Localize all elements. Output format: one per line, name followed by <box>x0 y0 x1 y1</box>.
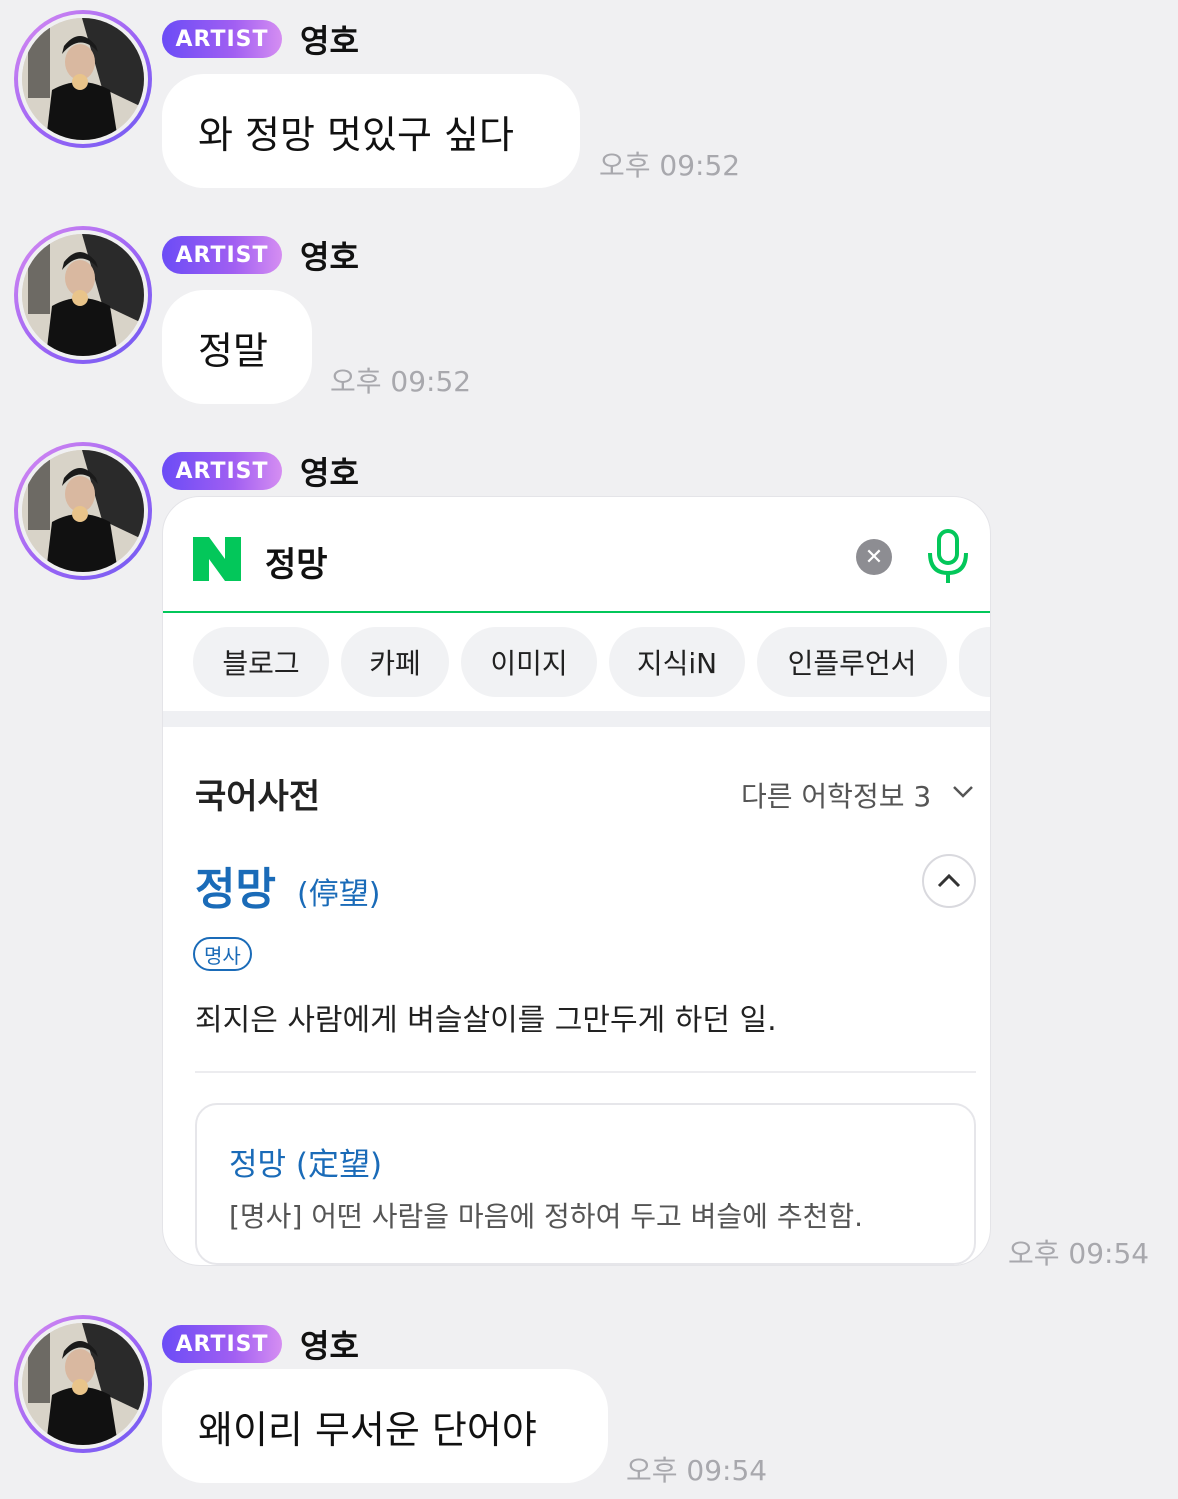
message-time: 오후 09:52 <box>330 365 472 398</box>
avatar[interactable] <box>14 226 152 364</box>
other-language-info[interactable]: 다른 어학정보 3 <box>741 775 931 815</box>
artist-badge: ARTIST <box>162 20 282 58</box>
tab-cafe[interactable]: 카페 <box>341 627 449 697</box>
clear-icon[interactable]: ✕ <box>856 539 892 575</box>
search-bar: 정망 ✕ <box>163 497 990 613</box>
sender-name: 영호 <box>300 238 359 276</box>
avatar[interactable] <box>14 10 152 148</box>
tab-image[interactable]: 이미지 <box>461 627 597 697</box>
search-screenshot-card[interactable]: 정망 ✕ 블로그 카페 이미지 지식iN 인플루언서 국어사전 다른 어학정보 … <box>162 496 991 1266</box>
related-word[interactable]: 정망 (定望) <box>229 1139 382 1184</box>
tab-blog[interactable]: 블로그 <box>193 627 329 697</box>
avatar[interactable] <box>14 1315 152 1453</box>
artist-badge: ARTIST <box>162 1325 282 1363</box>
artist-badge: ARTIST <box>162 452 282 490</box>
entry-definition: 죄지은 사람에게 벼슬살이를 그만두게 하던 일. <box>195 1003 777 1038</box>
message-time: 오후 09:54 <box>626 1454 768 1487</box>
search-query: 정망 <box>265 545 328 585</box>
search-tabs: 블로그 카페 이미지 지식iN 인플루언서 <box>163 627 990 699</box>
microphone-icon[interactable] <box>925 529 971 585</box>
avatar-photo <box>22 234 144 356</box>
entry-word[interactable]: 정망 <box>195 853 276 917</box>
message-time: 오후 09:52 <box>599 149 741 182</box>
tab-more[interactable] <box>959 627 990 697</box>
message-bubble[interactable]: 정말 <box>162 290 312 404</box>
sender-name: 영호 <box>300 22 359 60</box>
naver-logo-icon <box>193 537 241 581</box>
avatar-photo <box>22 1323 144 1445</box>
chevron-up-icon <box>937 873 961 888</box>
message-bubble[interactable]: 와 정망 멋있구 싶다 <box>162 74 580 188</box>
avatar[interactable] <box>14 442 152 580</box>
tab-kin[interactable]: 지식iN <box>609 627 745 697</box>
entry-hanja: (停望) <box>297 877 381 912</box>
sender-name: 영호 <box>300 1327 359 1365</box>
artist-badge: ARTIST <box>162 236 282 274</box>
related-definition: [명사] 어떤 사람을 마음에 정하여 두고 벼슬에 추천함. <box>229 1200 864 1233</box>
collapse-button[interactable] <box>922 854 976 908</box>
tab-influencer[interactable]: 인플루언서 <box>757 627 947 697</box>
dictionary-title: 국어사전 <box>195 777 321 817</box>
avatar-photo <box>22 18 144 140</box>
message-time: 오후 09:54 <box>1008 1237 1150 1270</box>
related-entry-card[interactable]: 정망 (定望) [명사] 어떤 사람을 마음에 정하여 두고 벼슬에 추천함. <box>195 1103 976 1265</box>
part-of-speech-badge: 명사 <box>193 937 252 971</box>
divider <box>195 1071 976 1073</box>
sender-name: 영호 <box>300 454 359 492</box>
section-divider <box>163 711 990 727</box>
avatar-photo <box>22 450 144 572</box>
chevron-down-icon[interactable] <box>951 779 975 803</box>
message-bubble[interactable]: 왜이리 무서운 단어야 <box>162 1369 608 1483</box>
